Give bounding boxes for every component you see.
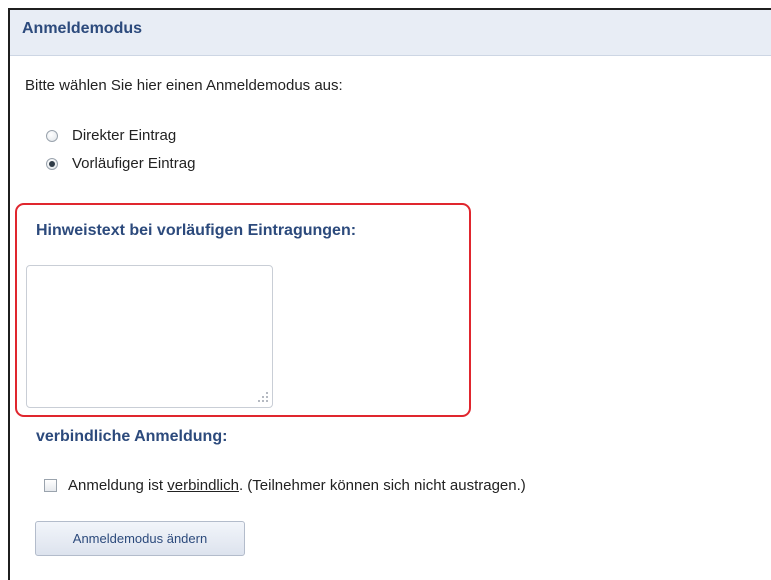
- binding-checkbox-text-after: . (Teilnehmer können sich nicht austrage…: [238, 477, 526, 494]
- change-registration-mode-button[interactable]: Anmeldemodus ändern: [35, 521, 245, 556]
- radio-option-provisional[interactable]: Vorläufiger Eintrag: [46, 155, 195, 172]
- panel-title: Anmeldemodus: [22, 19, 143, 37]
- radio-direct[interactable]: [46, 129, 58, 142]
- binding-checkbox[interactable]: [44, 479, 57, 492]
- radio-provisional-label[interactable]: Vorläufiger Eintrag: [72, 155, 195, 172]
- radio-direct-label[interactable]: Direkter Eintrag: [72, 127, 176, 144]
- radio-option-direct[interactable]: Direkter Eintrag: [46, 127, 176, 144]
- binding-checkbox-text-before: Anmeldung ist: [68, 477, 168, 494]
- radio-provisional[interactable]: [46, 157, 58, 170]
- binding-registration-label: verbindliche Anmeldung:: [36, 428, 228, 445]
- resize-grip-icon[interactable]: [257, 391, 269, 403]
- intro-text: Bitte wählen Sie hier einen Anmeldemodus…: [25, 77, 343, 94]
- binding-checkbox-link[interactable]: verbindlich: [167, 477, 239, 494]
- hint-text-label: Hinweistext bei vorläufigen Eintragungen…: [36, 222, 357, 239]
- binding-checkbox-row[interactable]: Anmeldung ist verbindlich . (Teilnehmer …: [44, 477, 526, 494]
- hint-text-textarea[interactable]: [26, 265, 273, 408]
- panel-header: Anmeldemodus: [10, 10, 771, 56]
